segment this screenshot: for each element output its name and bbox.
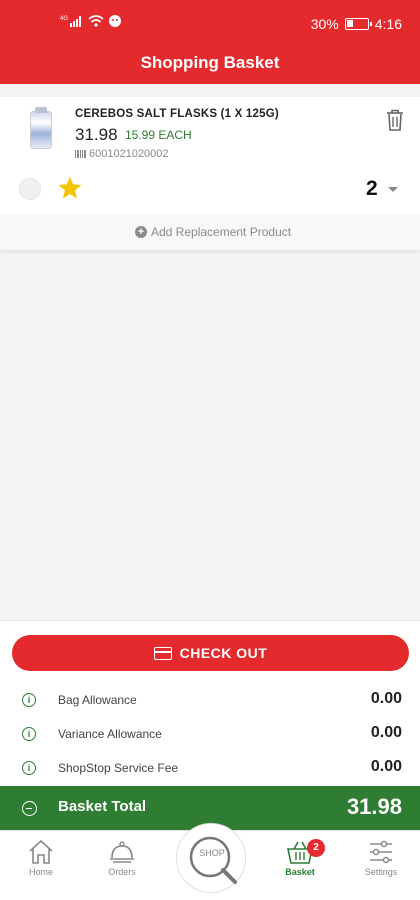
product-barcode: 6001021020002 (75, 148, 169, 160)
sliders-icon (370, 840, 392, 864)
shop-label: SHOP (199, 848, 225, 858)
barcode-icon (75, 150, 86, 158)
nav-basket-label: Basket (285, 867, 315, 877)
status-bar: 4G 30% 4:16 (0, 0, 420, 46)
product-unit-price: 15.99 EACH (125, 128, 192, 142)
nav-settings-label: Settings (364, 867, 398, 877)
total-label: Basket Total (58, 798, 147, 815)
fee-value: 0.00 (370, 724, 402, 741)
battery-icon (344, 18, 372, 30)
notification-icon (109, 15, 121, 27)
nav-orders[interactable]: Orders (92, 839, 152, 877)
info-icon[interactable]: i (22, 761, 36, 775)
total-value: 31.98 (346, 794, 402, 819)
fee-label: Bag Allowance (58, 693, 137, 707)
add-replacement-link[interactable]: + Add Replacement Product (135, 225, 291, 239)
page-title: Shopping Basket (0, 46, 420, 84)
product-price: 31.98 (75, 125, 118, 144)
add-replacement-label: Add Replacement Product (151, 225, 292, 239)
home-icon (29, 839, 53, 864)
clock: 4:16 (374, 16, 402, 32)
shop-search-button[interactable]: SHOP (176, 823, 246, 893)
basket-item-card: CEREBOS SALT FLASKS (1 X 125G) 31.98 15.… (0, 97, 420, 250)
checkout-label: CHECK OUT (179, 645, 268, 661)
quantity-select[interactable]: 2 (366, 177, 378, 201)
product-name: CEREBOS SALT FLASKS (1 X 125G) (75, 108, 279, 120)
status-left-icons: 4G (60, 14, 122, 28)
add-circle-icon: + (135, 226, 147, 238)
trash-icon[interactable] (384, 108, 406, 132)
cloche-icon (110, 841, 134, 863)
search-icon (189, 836, 237, 884)
network-type: 4G (60, 16, 68, 22)
checkout-button[interactable]: CHECK OUT (12, 635, 409, 671)
collapse-minus-icon[interactable] (22, 801, 37, 816)
barcode-number: 6001021020002 (89, 148, 169, 160)
fee-row-service-fee: i ShopStop Service Fee 0.00 (0, 757, 420, 781)
battery-percent: 30% (310, 16, 339, 32)
fee-value: 0.00 (370, 690, 402, 707)
fee-row-bag-allowance: i Bag Allowance 0.00 (0, 689, 420, 713)
nav-home-label: Home (28, 867, 53, 877)
credit-card-icon (153, 646, 172, 660)
info-icon[interactable]: i (22, 727, 36, 741)
select-item-radio[interactable] (19, 178, 41, 200)
chevron-down-icon[interactable] (388, 187, 398, 192)
fee-value: 0.00 (370, 758, 402, 775)
nav-settings[interactable]: Settings (351, 839, 411, 877)
fee-label: Variance Allowance (58, 727, 162, 741)
wifi-icon (88, 15, 104, 27)
fee-row-variance-allowance: i Variance Allowance 0.00 (0, 723, 420, 747)
nav-home[interactable]: Home (11, 839, 71, 877)
basket-count-badge: 2 (307, 839, 325, 857)
favourite-star-icon[interactable] (57, 175, 83, 201)
status-right: 30% 4:16 (311, 16, 402, 32)
info-icon[interactable]: i (22, 693, 36, 707)
product-image[interactable] (30, 107, 52, 149)
signal-icon: 4G (60, 16, 81, 27)
nav-orders-label: Orders (108, 867, 136, 877)
fee-label: ShopStop Service Fee (58, 761, 179, 775)
